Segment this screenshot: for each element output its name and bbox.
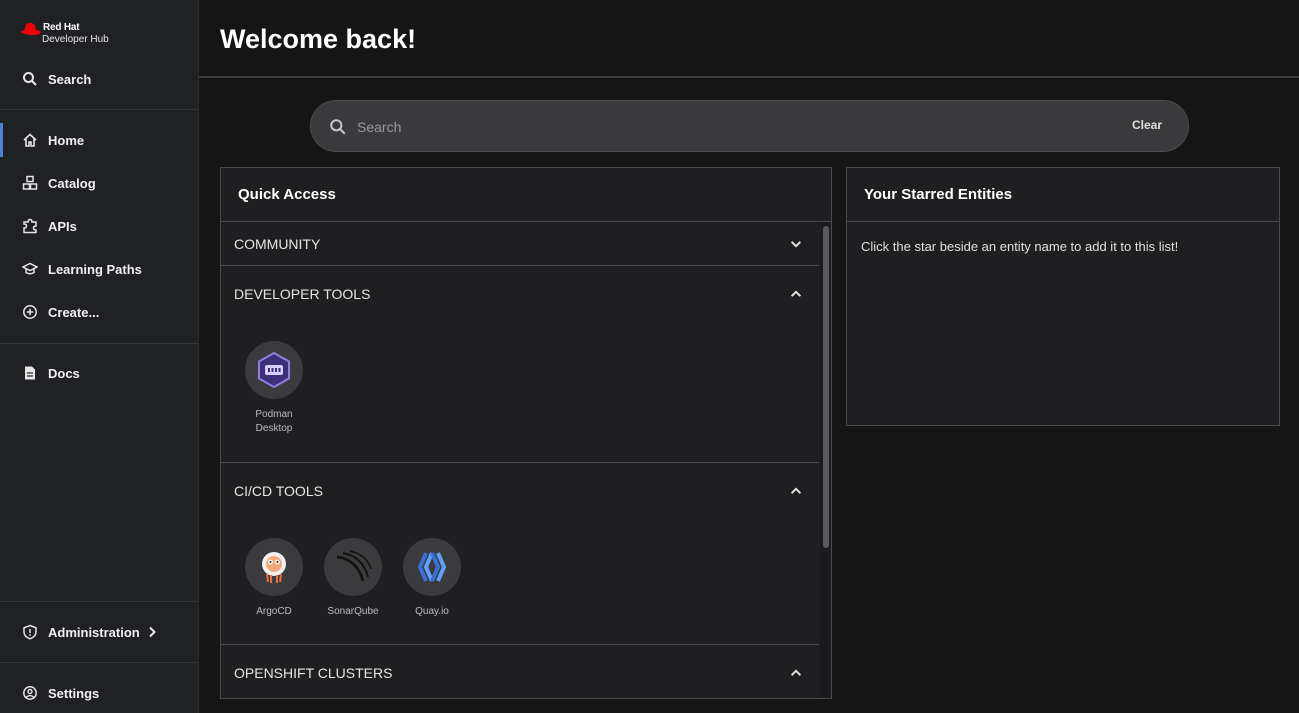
chevron-up-icon [790,290,802,297]
page-header: Welcome back! [199,0,1299,78]
catalog-icon [22,175,38,190]
argocd-icon [245,538,303,596]
page-title: Welcome back! [220,24,417,54]
sidebar-item-label: Docs [48,365,80,381]
search-icon [330,119,346,135]
section-header[interactable]: COMMUNITY [221,223,819,265]
sidebar-item-apis[interactable]: APIs [0,209,198,243]
document-icon [25,366,35,380]
chevron-up-icon [790,487,802,494]
search-input[interactable] [357,114,1077,140]
chevron-down-icon [790,241,802,248]
plus-circle-icon [23,305,37,319]
puzzle-icon [23,218,37,234]
sidebar-item-docs[interactable]: Docs [0,356,198,390]
sidebar-item-label: Settings [48,685,100,701]
quick-access-title: Quick Access [221,168,831,222]
quick-access-section-openshift-clusters: OPENSHIFT CLUSTERS [221,645,819,698]
section-label: DEVELOPER TOOLS [234,286,371,302]
tool-podman-desktop[interactable]: Podman Desktop [239,341,309,436]
quick-access-section-community: COMMUNITY [221,223,819,266]
sidebar-item-label: Home [48,132,85,148]
quick-access-section-cicd-tools: CI/CD TOOLS ArgoCD SonarQube Quay.io [221,463,819,645]
tool-label: ArgoCD [256,606,292,617]
tool-label: SonarQube [327,606,379,617]
sidebar-search-label: Search [48,71,92,87]
tool-quay[interactable]: Quay.io [397,538,467,619]
sidebar-search[interactable]: Search [0,62,198,96]
section-header[interactable]: OPENSHIFT CLUSTERS [221,645,819,698]
section-header[interactable]: CI/CD TOOLS [221,463,819,519]
sidebar-item-label: Catalog [48,175,96,191]
tool-sonarqube[interactable]: SonarQube [318,538,388,619]
clear-button[interactable]: Clear [1132,118,1162,132]
tool-label: Desktop [255,423,293,434]
section-label: COMMUNITY [234,236,321,252]
section-label: OPENSHIFT CLUSTERS [234,665,393,681]
user-circle-icon [23,686,37,700]
quick-access-card: Quick Access COMMUNITY DEVELOPER TOOLS P… [220,167,832,699]
home-search-bar[interactable]: Clear [310,100,1189,152]
sidebar-item-label: Create... [48,304,100,320]
podman-icon [245,341,303,399]
redhat-logo-icon [21,23,41,35]
quick-access-section-developer-tools: DEVELOPER TOOLS Podman Desktop [221,266,819,463]
sidebar-divider [0,601,198,602]
graduation-cap-icon [22,262,38,275]
sonarqube-icon [324,538,382,596]
sidebar-divider [0,109,198,110]
chevron-up-icon [790,669,802,676]
tool-label: Quay.io [415,606,449,617]
tool-argocd[interactable]: ArgoCD [239,538,309,619]
starred-entities-card: Your Starred Entities Click the star bes… [846,167,1280,426]
sidebar-item-label: APIs [48,218,77,234]
sidebar-item-home[interactable]: Home [0,123,198,157]
chevron-right-icon [149,626,156,638]
starred-entities-title: Your Starred Entities [847,168,1279,222]
sidebar: Red Hat Developer Hub Search Home Catalo… [0,0,199,713]
search-icon [23,72,37,86]
sidebar-divider [0,662,198,663]
redhat-logo[interactable]: Red Hat Developer Hub [20,22,109,46]
sidebar-item-settings[interactable]: Settings [0,676,198,710]
sidebar-item-label: Learning Paths [48,261,142,277]
sidebar-item-administration[interactable]: Administration [0,615,198,649]
shield-icon [23,624,37,640]
sidebar-item-catalog[interactable]: Catalog [0,166,198,200]
scrollbar-thumb[interactable] [823,226,829,548]
home-icon [23,133,37,147]
section-header[interactable]: DEVELOPER TOOLS [221,266,819,322]
sidebar-item-learning-paths[interactable]: Learning Paths [0,252,198,286]
brand-line-1: Red Hat [43,22,80,33]
sidebar-item-label: Administration [48,624,140,640]
sidebar-item-create[interactable]: Create... [0,295,198,329]
brand-line-2: Developer Hub [42,34,109,45]
sidebar-divider [0,343,198,344]
tool-label: Podman [255,409,293,420]
quay-icon [403,538,461,596]
starred-empty-message: Click the star beside an entity name to … [861,239,1179,254]
section-label: CI/CD TOOLS [234,483,323,499]
